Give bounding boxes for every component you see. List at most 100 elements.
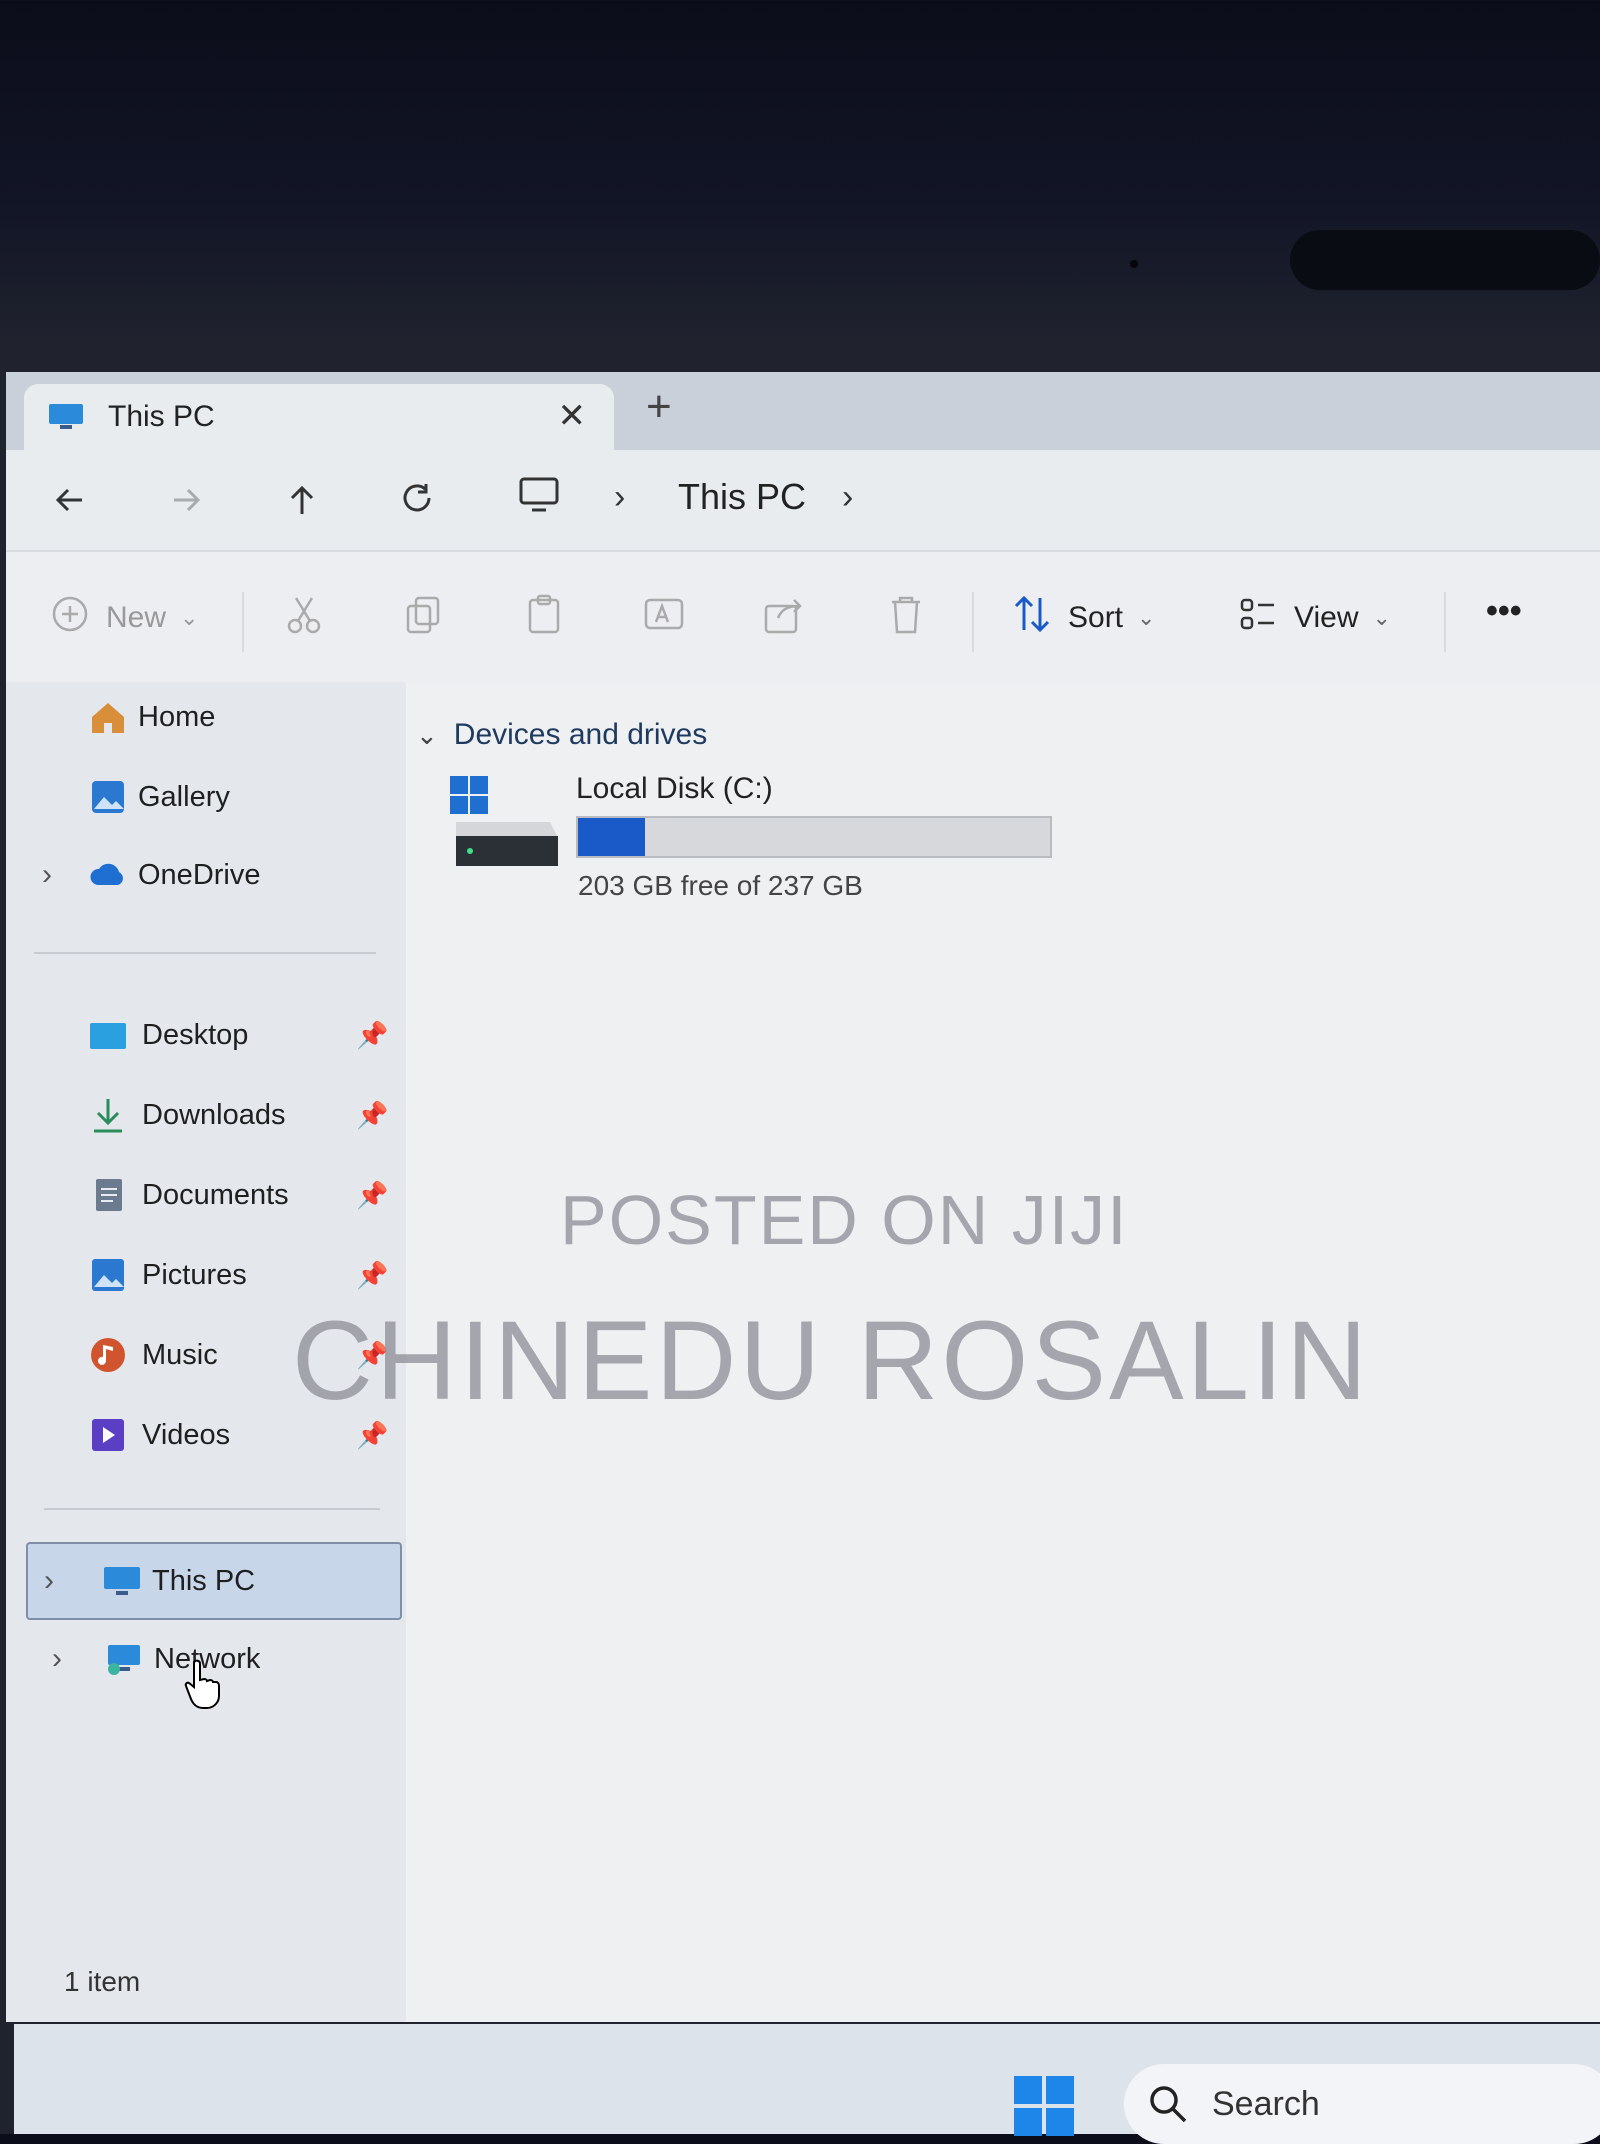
drive-usage-fill: [578, 818, 646, 856]
refresh-icon[interactable]: [390, 472, 446, 528]
sidebar-item-label: This PC: [152, 1564, 256, 1597]
toolbar-divider: [1444, 592, 1446, 652]
up-icon[interactable]: [274, 472, 330, 528]
sidebar-item-downloads[interactable]: Downloads 📌: [26, 1080, 406, 1150]
back-icon[interactable]: [42, 472, 98, 528]
drive-usage-bar: [576, 816, 1052, 858]
taskbar-search-box[interactable]: Search: [1124, 2064, 1600, 2144]
pictures-icon: [92, 1259, 124, 1291]
view-list-icon: [1236, 592, 1280, 644]
navigation-bar: › This PC ›: [6, 450, 1600, 550]
music-icon: [91, 1338, 125, 1372]
trash-icon: [884, 592, 928, 644]
sidebar-item-this-pc[interactable]: › This PC: [26, 1542, 402, 1620]
sidebar-item-label: OneDrive: [138, 858, 261, 891]
gallery-icon: [92, 781, 124, 813]
devices-and-drives-header[interactable]: ⌄ Devices and drives: [416, 718, 707, 752]
chevron-down-icon: ⌄: [416, 719, 438, 750]
watermark-line-1: POSTED ON JIJI: [560, 1181, 1129, 1259]
breadcrumb-chevron-icon[interactable]: ›: [614, 478, 625, 517]
sidebar-divider: [34, 952, 376, 954]
chevron-right-icon[interactable]: ›: [42, 858, 52, 892]
view-button[interactable]: View ⌄: [1236, 592, 1391, 644]
drive-local-disk-c[interactable]: Local Disk (C:) 203 GB free of 237 GB: [446, 772, 1086, 902]
chevron-right-icon[interactable]: ›: [44, 1564, 54, 1598]
title-bar: This PC ✕ +: [6, 372, 1600, 450]
tab-title: This PC: [108, 400, 215, 433]
videos-icon: [92, 1419, 124, 1451]
pin-icon[interactable]: 📌: [356, 1180, 388, 1211]
bezel-camera: [1290, 230, 1600, 290]
chevron-down-icon: ⌄: [1137, 605, 1156, 630]
pin-icon[interactable]: 📌: [356, 1020, 388, 1051]
tab-this-pc[interactable]: This PC ✕: [24, 384, 614, 450]
sort-label: Sort: [1068, 601, 1124, 634]
pin-icon[interactable]: 📌: [356, 1100, 388, 1131]
sidebar-item-home[interactable]: Home: [26, 682, 406, 752]
watermark-line-2: CHINEDU ROSALIN: [292, 1298, 1371, 1423]
breadcrumb-chevron-icon[interactable]: ›: [842, 478, 853, 517]
breadcrumb-this-pc[interactable]: This PC: [678, 476, 806, 518]
new-button[interactable]: New ⌄: [48, 592, 198, 644]
search-placeholder: Search: [1212, 2084, 1320, 2123]
desktop-icon: [90, 1023, 126, 1049]
copy-icon: [402, 592, 446, 644]
pin-icon[interactable]: 📌: [356, 1260, 388, 1291]
rename-icon: [642, 592, 686, 644]
sidebar-item-label: Music: [142, 1338, 218, 1371]
sidebar-item-label: Downloads: [142, 1098, 286, 1131]
drive-name: Local Disk (C:): [576, 772, 773, 805]
group-title: Devices and drives: [453, 718, 708, 751]
monitor-icon: [104, 1567, 140, 1595]
sort-arrows-icon: [1010, 592, 1054, 644]
sidebar-item-label: Pictures: [142, 1258, 247, 1291]
new-tab-icon[interactable]: +: [646, 382, 672, 432]
sidebar-divider: [44, 1508, 380, 1510]
command-bar: New ⌄ Sort ⌄ View ⌄ •••: [6, 550, 1600, 684]
status-bar-item-count: 1 item: [64, 1966, 141, 1997]
scissors-icon: [282, 592, 326, 644]
sidebar-item-desktop[interactable]: Desktop 📌: [26, 1000, 406, 1070]
drive-free-space: 203 GB free of 237 GB: [578, 870, 863, 901]
bezel-sensor: [1130, 260, 1138, 268]
sidebar-item-label: Desktop: [142, 1018, 249, 1051]
sidebar-item-onedrive[interactable]: › OneDrive: [26, 840, 406, 910]
search-icon: [1150, 2086, 1187, 2123]
view-label: View: [1294, 601, 1359, 634]
hard-drive-icon: [450, 776, 558, 866]
sidebar-item-documents[interactable]: Documents 📌: [26, 1160, 406, 1230]
sidebar-item-label: Gallery: [138, 780, 230, 813]
sort-button[interactable]: Sort ⌄: [1010, 592, 1155, 644]
sidebar-item-label: Documents: [142, 1178, 289, 1211]
chevron-down-icon: ⌄: [180, 605, 199, 630]
chevron-down-icon: ⌄: [1372, 605, 1391, 630]
copy-button[interactable]: [402, 592, 446, 644]
close-tab-icon[interactable]: ✕: [558, 396, 587, 436]
network-icon: [108, 1645, 140, 1675]
monitor-icon: [49, 404, 83, 429]
chevron-right-icon[interactable]: ›: [52, 1642, 62, 1676]
download-icon: [94, 1099, 122, 1133]
home-icon: [92, 703, 124, 733]
paste-button[interactable]: [522, 592, 566, 644]
windows-start-icon[interactable]: [1014, 2076, 1074, 2136]
sidebar-item-gallery[interactable]: Gallery: [26, 762, 406, 832]
toolbar-divider: [972, 592, 974, 652]
share-button[interactable]: [762, 592, 806, 644]
sidebar-item-label: Home: [138, 700, 216, 733]
cut-button[interactable]: [282, 592, 326, 644]
delete-button[interactable]: [884, 592, 928, 644]
rename-button[interactable]: [642, 592, 686, 644]
cloud-icon: [90, 863, 123, 885]
hand-cursor-icon: [184, 1659, 220, 1709]
document-icon: [96, 1179, 122, 1211]
plus-circle-icon: [48, 592, 92, 644]
sidebar-item-label: Videos: [142, 1418, 231, 1451]
toolbar-divider: [242, 592, 244, 652]
clipboard-icon: [522, 592, 566, 644]
taskbar: Search: [14, 2024, 1600, 2144]
address-pc-icon[interactable]: [518, 474, 560, 521]
forward-icon[interactable]: [158, 472, 214, 528]
share-icon: [762, 592, 806, 644]
more-options-button[interactable]: •••: [1486, 592, 1522, 631]
